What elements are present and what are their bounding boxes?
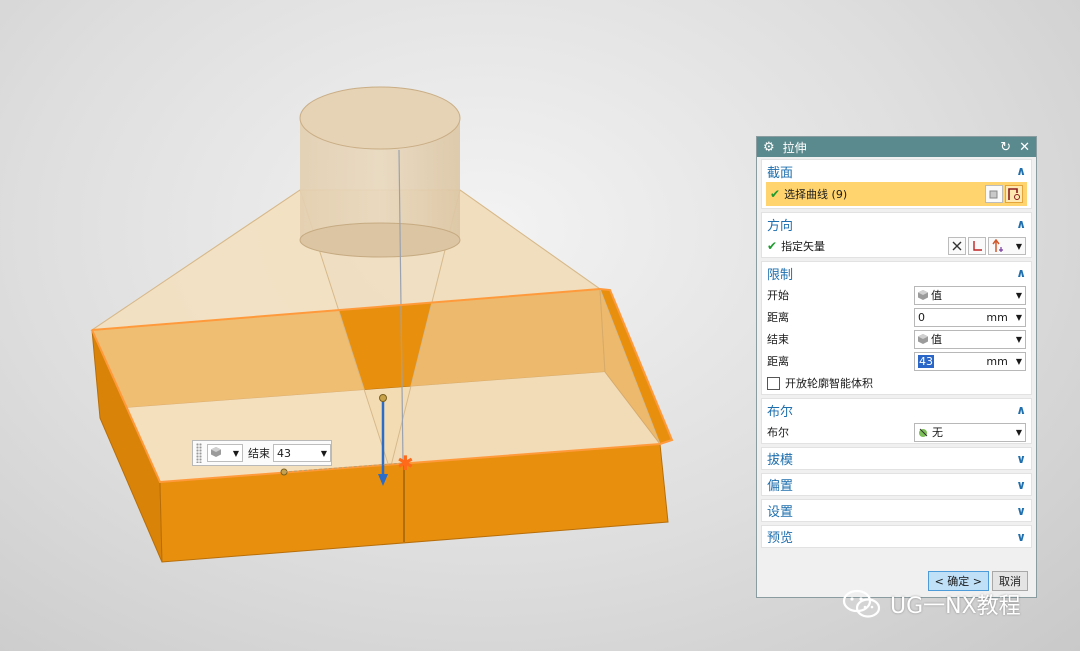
limit-type-dropdown[interactable]: ▼ [207, 444, 243, 462]
cylinder-bottom [299, 222, 461, 258]
start-distance-label: 距离 [767, 311, 789, 324]
preview-header[interactable]: 预览 ∨ [762, 526, 1031, 547]
draft-title: 拔模 [767, 453, 794, 468]
limits-header[interactable]: 限制 ∧ [762, 262, 1031, 284]
boolean-panel: 布尔 ∧ 布尔 无 ▼ [761, 398, 1032, 444]
section-title: 截面 [767, 165, 794, 181]
vector-type-dropdown[interactable]: ▼ [988, 237, 1026, 255]
chevron-down-icon: ∨ [1016, 451, 1026, 466]
direction-header[interactable]: 方向 ∧ [762, 213, 1031, 235]
end-row: 结束 值 ▼ [762, 328, 1031, 350]
end-distance-label: 距离 [767, 355, 789, 368]
settings-header[interactable]: 设置 ∨ [762, 500, 1031, 521]
start-distance-value: 0 [918, 310, 925, 324]
cylinder-top [299, 86, 461, 150]
open-profile-label: 开放轮廓智能体积 [785, 377, 873, 390]
float-end-label: 结束 [248, 447, 270, 460]
end-label: 结束 [767, 333, 789, 346]
start-distance-input[interactable]: 0 mm ▼ [914, 307, 1026, 327]
start-mode-select[interactable]: 值 ▼ [914, 285, 1026, 305]
curve-select-icon[interactable] [1005, 185, 1023, 203]
open-profile-row[interactable]: 开放轮廓智能体积 [762, 372, 1031, 394]
direction-panel: 方向 ∧ ✔ 指定矢量 ▼ [761, 212, 1032, 258]
end-mode-select[interactable]: 值 ▼ [914, 329, 1026, 349]
end-distance-row: 距离 43 mm ▼ [762, 350, 1031, 372]
boolean-select[interactable]: 无 ▼ [914, 422, 1026, 442]
boolean-label: 布尔 [767, 426, 789, 439]
boolean-none-icon [919, 428, 928, 437]
drag-grip[interactable] [196, 443, 202, 463]
chevron-up-icon: ∧ [1016, 403, 1026, 417]
dialog-title: 拉伸 [782, 140, 807, 155]
specify-vector-row: ✔ 指定矢量 ▼ [762, 235, 1031, 257]
preview-panel: 预览 ∨ [761, 525, 1032, 548]
chevron-down-icon: ▼ [1015, 312, 1022, 322]
chevron-down-icon: ▼ [232, 448, 239, 458]
chevron-down-icon: ∨ [1016, 477, 1026, 492]
end-distance-value: 43 [918, 354, 934, 368]
start-row: 开始 值 ▼ [762, 284, 1031, 306]
start-distance-row: 距离 0 mm ▼ [762, 306, 1031, 328]
start-label: 开始 [767, 289, 789, 302]
boolean-row: 布尔 无 ▼ [762, 421, 1031, 443]
preview-title: 预览 [767, 531, 794, 546]
chevron-down-icon: ▼ [1015, 427, 1022, 437]
chevron-down-icon: ▼ [1015, 290, 1022, 300]
chevron-up-icon: ∧ [1016, 164, 1026, 178]
boolean-value: 无 [932, 426, 943, 439]
offset-title: 偏置 [767, 479, 794, 494]
limits-title: 限制 [767, 267, 794, 283]
end-distance-input[interactable]: 43 mm ▼ [914, 351, 1026, 371]
open-profile-checkbox[interactable] [767, 376, 780, 390]
vector-dialog-icon[interactable] [968, 237, 986, 255]
start-mode-value: 值 [931, 289, 942, 302]
wechat-logo-icon [842, 589, 881, 618]
settings-panel: 设置 ∨ [761, 499, 1032, 522]
hopper-model [90, 86, 674, 563]
settings-title: 设置 [767, 505, 794, 520]
specify-vector-label: 指定矢量 [781, 240, 826, 253]
chevron-down-icon: ▼ [1015, 356, 1022, 366]
float-end-value-input[interactable]: 43 ▼ [273, 444, 331, 462]
reset-icon[interactable]: ↻ [1000, 140, 1011, 155]
draft-header[interactable]: 拔模 ∨ [762, 448, 1031, 469]
select-curve-row[interactable]: ✔ 选择曲线 (9) [766, 182, 1027, 206]
select-curve-label: 选择曲线 (9) [784, 188, 848, 201]
chevron-down-icon: ∨ [1016, 503, 1026, 518]
reverse-direction-icon[interactable] [948, 237, 966, 255]
unit-label: mm [986, 354, 1008, 368]
check-icon: ✔ [767, 239, 778, 253]
chevron-down-icon: ▼ [1015, 241, 1022, 251]
boolean-title: 布尔 [767, 404, 794, 420]
cube-icon [918, 334, 928, 344]
on-screen-input: ▼ 结束 43 ▼ [192, 440, 332, 466]
boolean-header[interactable]: 布尔 ∧ [762, 399, 1031, 421]
cube-icon [211, 446, 221, 460]
offset-header[interactable]: 偏置 ∨ [762, 474, 1031, 495]
chevron-down-icon: ∨ [1016, 529, 1026, 544]
chevron-up-icon: ∧ [1016, 266, 1026, 280]
watermark-text: UG一NX教程 [890, 594, 1021, 619]
close-icon[interactable]: ✕ [1019, 140, 1030, 155]
float-end-value: 43 [277, 446, 291, 460]
cube-icon [918, 290, 928, 300]
extrude-dialog: ⚙ 拉伸 ↻ ✕ 截面 ∧ ✔ 选择曲线 (9) 方向 ∧ ✔ 指定矢量 ▼ 限… [756, 136, 1037, 598]
chevron-up-icon: ∧ [1016, 217, 1026, 231]
check-icon: ✔ [770, 187, 781, 201]
draft-panel: 拔模 ∨ [761, 447, 1032, 470]
direction-title: 方向 [767, 218, 794, 234]
end-mode-value: 值 [931, 333, 942, 346]
dialog-titlebar: ⚙ 拉伸 ↻ ✕ [757, 137, 1036, 157]
chevron-down-icon: ▼ [1015, 334, 1022, 344]
section-panel: 截面 ∧ ✔ 选择曲线 (9) [761, 159, 1032, 209]
svg-text:✱: ✱ [397, 451, 414, 475]
offset-panel: 偏置 ∨ [761, 473, 1032, 496]
section-header[interactable]: 截面 ∧ [762, 160, 1031, 182]
limits-panel: 限制 ∧ 开始 值 ▼ 距离 0 mm ▼ 结束 值 ▼ 距离 43 mm ▼ … [761, 261, 1032, 395]
gear-icon[interactable]: ⚙ [763, 140, 775, 155]
unit-label: mm [986, 310, 1008, 324]
watermark: UG一NX教程 [842, 588, 1021, 620]
sketch-section-icon[interactable] [985, 185, 1003, 203]
chevron-down-icon: ▼ [320, 448, 327, 458]
